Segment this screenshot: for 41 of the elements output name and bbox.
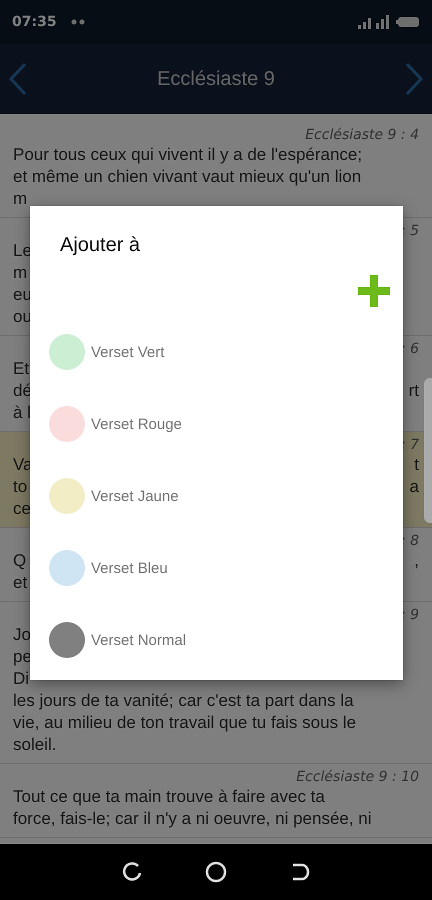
chapter-title: Ecclésiaste 9 [157, 68, 275, 90]
verse-text: Tout ce que ta main trouve à faire avec ta [13, 786, 325, 808]
signal-icon [358, 15, 392, 29]
verse-text: les jours de ta vanité; car c'est ta part dans la [13, 690, 354, 712]
verse-text: Q [13, 550, 26, 572]
verse-text: vie, au milieu de ton travail que tu fais sous le [13, 712, 356, 734]
color-option[interactable]: Verset Bleu [49, 550, 391, 586]
back-icon[interactable] [290, 862, 310, 882]
status-time: 07:35 [12, 14, 57, 30]
verse-text: soleil. [13, 734, 56, 756]
verse-text: a [410, 476, 419, 498]
home-icon[interactable] [204, 861, 227, 883]
verse-text: à l [13, 402, 31, 424]
verse-text: m [13, 262, 28, 284]
scroll-handle[interactable] [424, 378, 432, 523]
verse-text: et même un chien vivant vaut mieux qu'un lion [13, 166, 362, 188]
verse-text: Di [13, 668, 30, 690]
color-option[interactable]: Verset Jaune [49, 478, 391, 514]
add-icon[interactable] [357, 274, 391, 308]
verse-text: Et [13, 358, 30, 380]
previous-chapter-icon[interactable] [8, 62, 28, 96]
verse-text: Jo [13, 624, 31, 646]
verse-text: force, fais-le; car il n'y a ni oeuvre, ni pensée, ni [13, 808, 372, 830]
verse-reference: Ecclésiaste 9 : 4 [304, 126, 419, 144]
verse-text: ce [13, 498, 31, 520]
color-option[interactable]: Verset Rouge [49, 406, 391, 442]
verse-reference: Ecclésiaste 9 : 10 [295, 768, 419, 786]
next-chapter-icon[interactable] [404, 62, 424, 96]
verse-text: Pour tous ceux qui vivent il y a de l'espérance; [13, 144, 362, 166]
notification-dots-icon [70, 19, 87, 25]
color-option[interactable]: Verset Vert [49, 334, 391, 370]
dialog-title: Ajouter à [60, 233, 142, 258]
verse-text: t [414, 454, 419, 476]
verse-text: , [414, 550, 419, 572]
battery-icon [396, 16, 420, 28]
verse-text: et [13, 572, 28, 594]
recent-apps-icon[interactable] [122, 862, 142, 882]
color-option[interactable]: Verset Normal [49, 622, 391, 658]
verse-text: to [13, 476, 28, 498]
verse-text: rt [408, 380, 419, 402]
verse-text: m [13, 188, 28, 210]
